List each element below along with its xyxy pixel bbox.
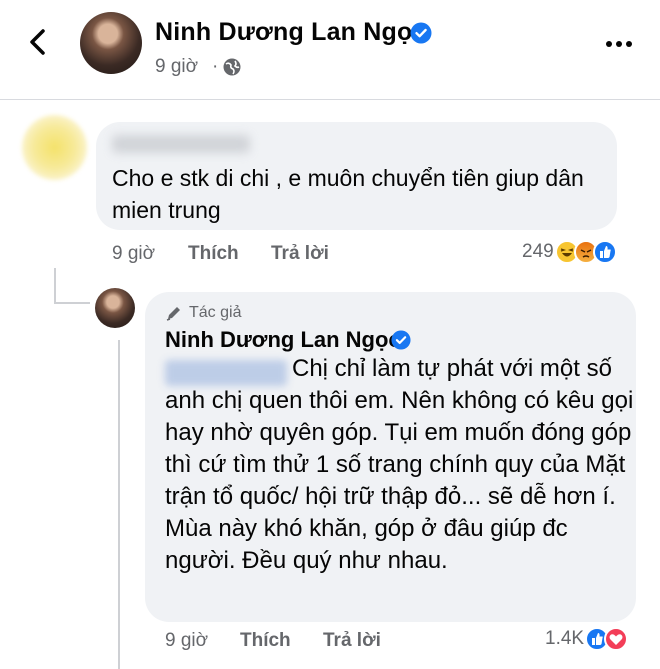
page-name[interactable]: Ninh Dương Lan Ngọc bbox=[155, 18, 427, 47]
thread-line bbox=[54, 268, 56, 303]
comment-text: Cho e stk di chi , e muôn chuyển tiên gi… bbox=[112, 165, 584, 223]
thread-line-reply bbox=[118, 340, 120, 669]
ellipsis-icon bbox=[606, 41, 612, 47]
like-button[interactable]: Thích bbox=[188, 243, 239, 265]
verified-badge-icon bbox=[391, 330, 411, 350]
like-icon bbox=[592, 240, 617, 264]
page-avatar[interactable] bbox=[80, 12, 142, 74]
comment-time[interactable]: 9 giờ bbox=[112, 243, 155, 265]
reply-time[interactable]: 9 giờ bbox=[165, 630, 208, 652]
reply-button[interactable]: Trả lời bbox=[271, 243, 329, 265]
more-options-button[interactable] bbox=[606, 34, 642, 50]
reaction-summary[interactable]: 249 bbox=[522, 240, 617, 264]
reaction-summary[interactable]: 1.4K bbox=[545, 627, 629, 651]
thread-line-branch bbox=[54, 302, 90, 304]
author-badge: Tác giả bbox=[165, 304, 241, 322]
globe-icon bbox=[223, 58, 241, 76]
reply-text: Chị chỉ làm tự phát với một số anh chị q… bbox=[165, 355, 634, 574]
reaction-count: 1.4K bbox=[545, 628, 585, 649]
author-tag-label: Tác giả bbox=[189, 304, 242, 321]
love-icon bbox=[604, 627, 629, 651]
reaction-count: 249 bbox=[522, 241, 554, 262]
back-button[interactable] bbox=[22, 26, 54, 58]
post-header: Ninh Dương Lan Ngọc 9 giờ · bbox=[0, 0, 660, 100]
commenter-name-blurred[interactable] bbox=[112, 135, 250, 153]
commenter-avatar[interactable] bbox=[22, 115, 87, 180]
reply-author-name[interactable]: Ninh Dương Lan Ngọc bbox=[165, 327, 401, 353]
chevron-left-icon bbox=[30, 29, 45, 55]
like-button[interactable]: Thích bbox=[240, 630, 291, 652]
author-avatar[interactable] bbox=[95, 288, 135, 328]
pen-icon bbox=[166, 307, 180, 321]
separator-dot: · bbox=[212, 56, 219, 77]
post-timestamp[interactable]: 9 giờ bbox=[155, 56, 198, 78]
reply-button[interactable]: Trả lời bbox=[323, 630, 381, 652]
verified-badge-icon bbox=[410, 22, 432, 44]
